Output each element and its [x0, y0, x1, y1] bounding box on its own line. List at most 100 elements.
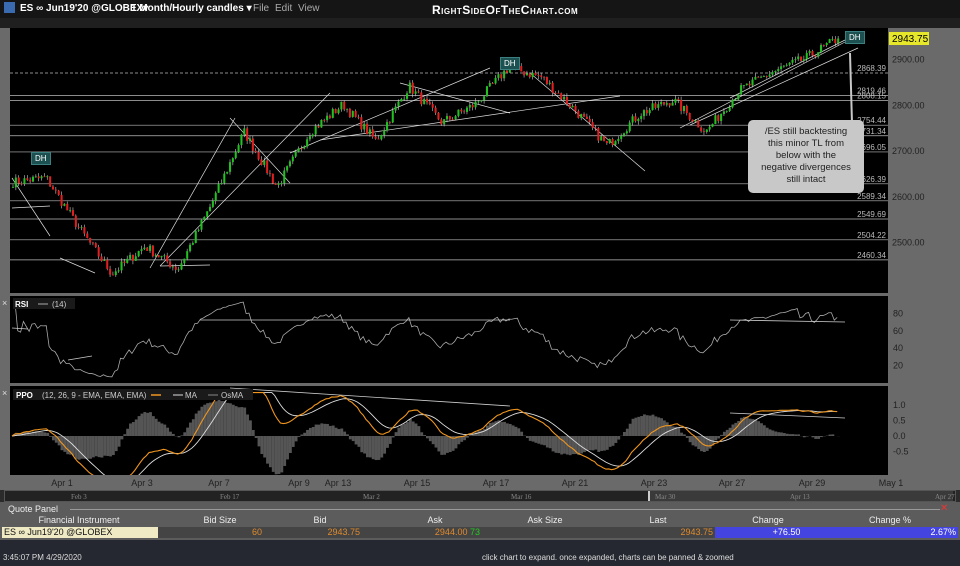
- quote-panel-title[interactable]: Quote Panel: [8, 504, 58, 514]
- osma-bar: [388, 436, 392, 444]
- symbol-selector[interactable]: ES ∞ Jun19'20 @GLOBEX▾: [20, 3, 148, 14]
- menu-file[interactable]: File: [253, 3, 269, 14]
- candle: [214, 192, 217, 201]
- col-header[interactable]: Bid: [280, 515, 360, 525]
- col-header[interactable]: Change %: [850, 515, 930, 525]
- candle: [160, 256, 163, 258]
- candle: [762, 76, 765, 77]
- candle: [66, 203, 69, 211]
- osma-bar: [271, 436, 275, 472]
- ppo-axis-tick: 0.5: [893, 416, 906, 426]
- candle: [314, 125, 317, 135]
- candle: [326, 115, 329, 121]
- menu-view[interactable]: View: [298, 3, 320, 14]
- instrument-cell[interactable]: ES ∞ Jun19'20 @GLOBEX: [2, 527, 158, 538]
- osma-bar: [797, 434, 801, 436]
- candle: [248, 138, 252, 141]
- chart-svg[interactable]: 2868.392819.462808.152754.442731.342696.…: [0, 28, 960, 477]
- osma-bar: [563, 436, 566, 454]
- candle: [297, 148, 300, 152]
- title-bar: ES ∞ Jun19'20 @GLOBEX▾ 1 Month/Hourly ca…: [0, 0, 960, 18]
- date-tick: Apr 29: [798, 478, 826, 488]
- osma-bar: [531, 436, 535, 442]
- candle: [491, 82, 494, 84]
- candle: [403, 98, 406, 100]
- candle: [831, 39, 834, 40]
- col-header[interactable]: Change: [728, 515, 808, 525]
- osma-bar: [37, 431, 41, 436]
- timeframe-selector[interactable]: 1 Month/Hourly candles ▾: [131, 3, 252, 14]
- osma-bar: [154, 418, 158, 436]
- osma-bar: [151, 416, 155, 436]
- col-header[interactable]: Ask Size: [505, 515, 585, 525]
- osma-bar: [431, 436, 435, 445]
- candle: [531, 72, 534, 78]
- osma-bar: [617, 436, 621, 440]
- ppo-params[interactable]: (12, 26, 9 - EMA, EMA, EMA): [42, 391, 147, 400]
- col-header[interactable]: Ask: [395, 515, 475, 525]
- osma-bar: [328, 425, 332, 436]
- candle: [457, 109, 460, 117]
- candle: [725, 110, 728, 112]
- osma-bar: [169, 431, 172, 436]
- rsi-param[interactable]: (14): [52, 300, 67, 309]
- candle: [674, 98, 677, 103]
- close-ppo-icon[interactable]: ×: [2, 388, 7, 398]
- status-time: 3:45:07 PM 4/29/2020: [3, 553, 82, 562]
- osma-bar: [234, 406, 238, 436]
- candle: [348, 108, 351, 117]
- candle: [654, 103, 657, 108]
- candle: [157, 255, 160, 258]
- candle: [360, 117, 363, 130]
- osma-bar: [314, 424, 318, 436]
- osma-bar: [400, 424, 404, 436]
- candle: [408, 82, 411, 94]
- candle: [271, 173, 274, 184]
- col-header[interactable]: Last: [618, 515, 698, 525]
- candle: [351, 110, 354, 117]
- chart-area[interactable]: 2868.39 2819.46 2808.15 2754.44 2731.34 2696.…: [0, 28, 960, 477]
- candle: [163, 255, 166, 257]
- scroller-date: Mar 30: [655, 493, 676, 501]
- osma-bar: [782, 433, 786, 436]
- candle: [794, 59, 797, 60]
- osma-bar: [580, 436, 584, 454]
- close-panel-icon[interactable]: ✕: [940, 503, 948, 514]
- osma-bar: [143, 412, 147, 436]
- date-tick: Apr 27: [718, 478, 746, 488]
- candle: [648, 109, 651, 114]
- candle: [197, 229, 200, 231]
- osma-bar: [288, 436, 292, 453]
- candle: [568, 104, 571, 108]
- candle: [206, 211, 209, 217]
- osma-bar: [189, 422, 192, 436]
- candle: [257, 152, 260, 160]
- col-header[interactable]: Financial Instrument: [0, 515, 158, 525]
- candle: [583, 114, 586, 117]
- osma-bar: [183, 432, 187, 436]
- candle: [303, 146, 306, 149]
- candle: [808, 51, 811, 53]
- rsi-panel[interactable]: [10, 296, 888, 383]
- candle: [74, 215, 77, 227]
- candle: [720, 113, 723, 121]
- col-header[interactable]: Bid Size: [180, 515, 260, 525]
- level-label: 2504.22: [857, 231, 886, 240]
- osma-bar: [485, 425, 489, 436]
- candle: [800, 56, 803, 61]
- candle: [126, 258, 129, 263]
- candle: [109, 268, 112, 275]
- candle: [43, 176, 46, 178]
- osma-bar: [657, 417, 661, 436]
- close-rsi-icon[interactable]: ×: [2, 298, 7, 308]
- candle: [423, 98, 426, 105]
- osma-bar: [97, 436, 101, 458]
- scroller-date: Apr 13: [790, 493, 810, 501]
- menu-edit[interactable]: Edit: [275, 3, 292, 14]
- time-scroller[interactable]: Feb 3 Feb 17 Mar 2 Mar 16 Mar 30 Apr 13 Apr 27: [4, 490, 956, 502]
- osma-bar: [645, 415, 649, 436]
- candle: [651, 103, 654, 110]
- osma-bar: [631, 418, 635, 436]
- candle: [631, 116, 634, 123]
- candle: [597, 127, 600, 141]
